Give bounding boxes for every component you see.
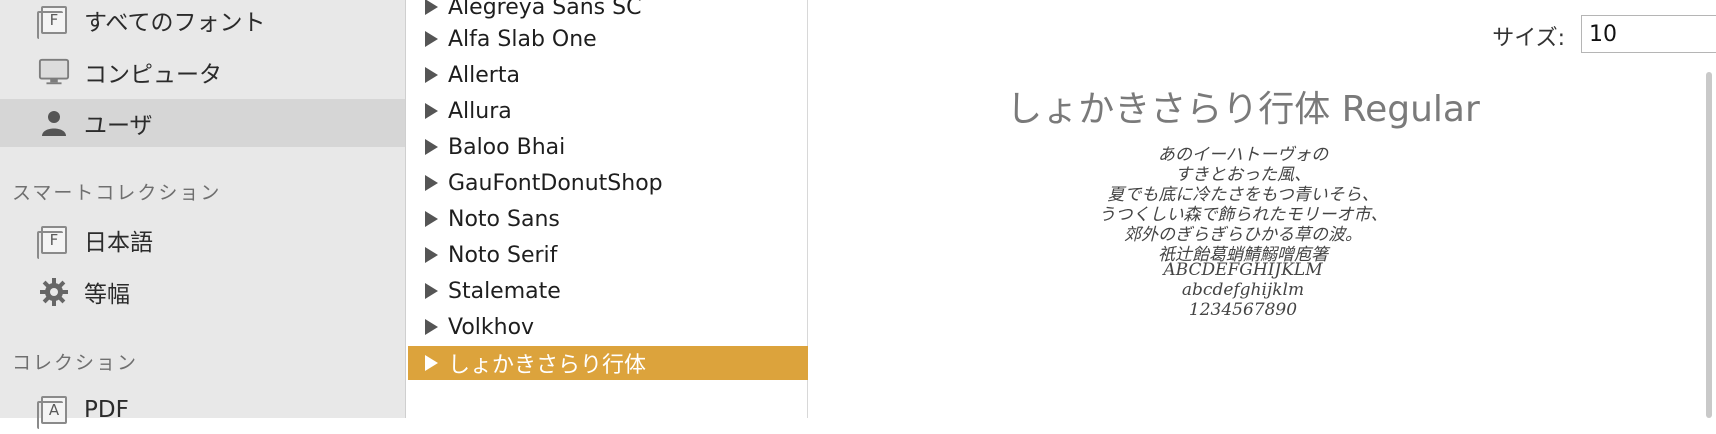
gear-icon <box>38 276 70 308</box>
user-icon <box>38 107 70 139</box>
font-family-row[interactable]: Volkhov <box>408 310 808 344</box>
font-family-row-selected[interactable]: しょかきさらり行体 <box>408 346 808 380</box>
font-collection-icon: F <box>37 4 70 39</box>
sidebar-item-monospace[interactable]: 等幅 <box>0 268 405 316</box>
sidebar-item-label: コンピュータ <box>84 62 222 88</box>
disclosure-triangle-icon[interactable] <box>425 0 438 15</box>
font-family-name: しょかきさらり行体 <box>448 353 647 378</box>
sidebar-item-all-fonts[interactable]: F すべてのフォント <box>0 0 405 44</box>
size-input[interactable] <box>1581 15 1716 53</box>
font-family-name: GauFontDonutShop <box>448 170 663 196</box>
font-family-name: Allura <box>448 98 512 124</box>
disclosure-triangle-icon[interactable] <box>425 103 438 119</box>
sidebar-item-japanese[interactable]: F 日本語 <box>0 216 405 264</box>
sidebar-item-label: 等幅 <box>84 282 130 308</box>
preview-scrollbar[interactable] <box>1706 72 1712 418</box>
font-collection-icon: F <box>37 224 70 259</box>
font-family-row[interactable]: Alfa Slab One <box>408 22 808 56</box>
font-family-row[interactable]: GauFontDonutShop <box>408 166 808 200</box>
sidebar-item-label: PDF <box>84 397 129 423</box>
font-family-name: Noto Serif <box>448 242 558 268</box>
font-family-name: Stalemate <box>448 278 561 304</box>
font-family-name: Allerta <box>448 62 520 88</box>
sidebar-item-label: ユーザ <box>84 113 153 139</box>
font-family-row[interactable]: Noto Serif <box>408 238 808 272</box>
computer-icon <box>38 56 70 88</box>
font-family-row[interactable]: Alegreya Sans SC <box>408 0 808 24</box>
disclosure-triangle-icon[interactable] <box>425 319 438 335</box>
font-family-name: Volkhov <box>448 314 535 340</box>
disclosure-triangle-icon[interactable] <box>425 31 438 47</box>
font-family-name: Alfa Slab One <box>448 26 597 52</box>
font-family-name: Noto Sans <box>448 206 560 232</box>
disclosure-triangle-icon[interactable] <box>425 247 438 263</box>
font-family-row[interactable]: Stalemate <box>408 274 808 308</box>
font-family-list: Alegreya Sans SC Alfa Slab One Allerta A… <box>408 0 808 418</box>
font-family-row[interactable]: Baloo Bhai <box>408 130 808 164</box>
font-family-row[interactable]: Allerta <box>408 58 808 92</box>
collection-heading: コレクション <box>12 352 139 374</box>
font-family-name: Baloo Bhai <box>448 134 566 160</box>
sidebar-item-user[interactable]: ユーザ <box>0 99 405 147</box>
sample-text-line: abcdefghijklm <box>1181 280 1305 300</box>
disclosure-triangle-icon[interactable] <box>425 67 438 83</box>
disclosure-triangle-icon[interactable] <box>425 283 438 299</box>
font-family-row[interactable]: Noto Sans <box>408 202 808 236</box>
font-family-row[interactable]: Allura <box>408 94 808 128</box>
disclosure-triangle-icon[interactable] <box>425 211 438 227</box>
size-label: サイズ: <box>1492 26 1565 51</box>
preview-font-title: しょかきさらり行体 Regular <box>1006 89 1480 130</box>
disclosure-triangle-icon[interactable] <box>425 139 438 155</box>
smart-collection-heading: スマートコレクション <box>12 182 222 204</box>
sidebar-item-pdf[interactable]: A PDF <box>0 386 405 434</box>
sidebar-item-label: 日本語 <box>84 230 153 256</box>
sample-text-line: 1234567890 <box>1188 300 1298 320</box>
font-family-name: Alegreya Sans SC <box>448 0 642 20</box>
sidebar-item-computer[interactable]: コンピュータ <box>0 48 405 96</box>
sidebar: F すべてのフォント コンピュータ ユーザ スマートコレクション F 日本語 等… <box>0 0 406 429</box>
disclosure-triangle-icon[interactable] <box>425 355 438 371</box>
font-collection-icon: A <box>37 394 70 429</box>
sample-text-line: ABCDEFGHIJKLM <box>1163 260 1323 280</box>
disclosure-triangle-icon[interactable] <box>425 175 438 191</box>
sidebar-item-label: すべてのフォント <box>84 10 266 36</box>
